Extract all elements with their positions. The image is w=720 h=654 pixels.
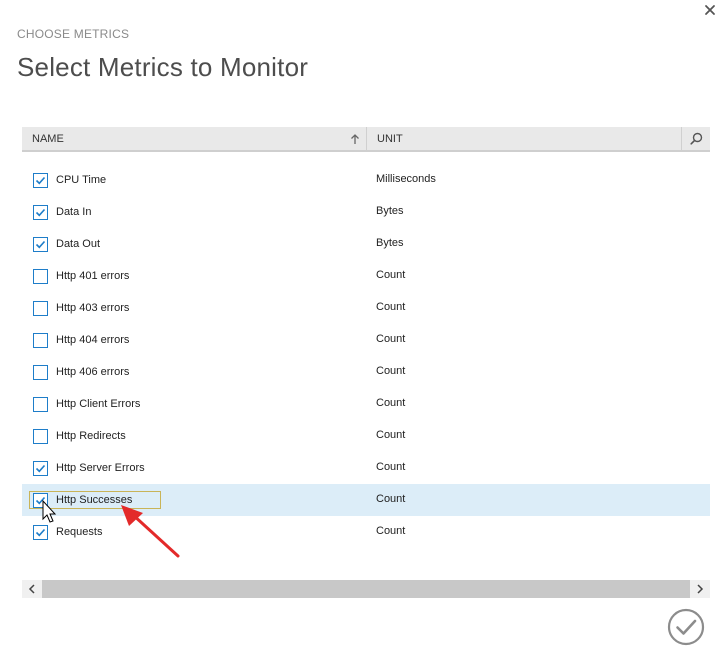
metric-name: Data In [56,206,92,218]
metric-checkbox[interactable] [33,205,48,220]
confirm-check-icon [667,608,705,646]
checkmark-icon [35,464,46,473]
metrics-list: CPU Time Milliseconds Data In Bytes Data Out… [22,164,710,548]
metric-checkbox[interactable] [33,173,48,188]
column-header-name-label: NAME [32,133,64,145]
metric-name: Http Client Errors [56,398,141,410]
metric-unit: Count [376,493,406,505]
metric-checkbox[interactable] [33,397,48,412]
search-icon [690,132,703,145]
horizontal-scrollbar[interactable] [22,580,710,598]
metric-unit: Count [376,397,406,409]
metric-checkbox[interactable] [33,333,48,348]
checkmark-icon [35,208,46,217]
metric-unit: Bytes [376,237,404,249]
metric-unit: Count [376,269,406,281]
metric-row[interactable]: Data Out Bytes [22,228,710,260]
checkmark-icon [35,240,46,249]
column-header-name[interactable]: NAME [22,127,367,150]
metric-name: Http 406 errors [56,366,130,378]
chevron-right-icon [697,584,704,594]
metric-row[interactable]: Data In Bytes [22,196,710,228]
metric-checkbox[interactable] [33,429,48,444]
metric-name: Http 404 errors [56,334,130,346]
metric-checkbox[interactable] [33,525,48,540]
metric-name: Http Redirects [56,430,126,442]
metric-row[interactable]: Http Client Errors Count [22,388,710,420]
confirm-button[interactable] [667,608,705,646]
checkmark-icon [35,176,46,185]
metric-checkbox[interactable] [33,269,48,284]
metric-name: CPU Time [56,174,107,186]
metric-unit: Count [376,525,406,537]
search-button[interactable] [682,127,710,150]
sort-ascending-icon[interactable] [349,133,361,145]
metric-checkbox[interactable] [33,237,48,252]
grid-header: NAME UNIT [22,127,710,152]
metric-row[interactable]: Http 401 errors Count [22,260,710,292]
checkmark-icon [35,528,46,537]
metric-row[interactable]: Http 406 errors Count [22,356,710,388]
dialog-title: Select Metrics to Monitor [17,52,309,82]
metric-checkbox[interactable] [33,301,48,316]
scrollbar-thumb[interactable] [42,580,690,598]
metric-unit: Count [376,301,406,313]
dialog-subtitle: CHOOSE METRICS [17,27,130,41]
metric-name: Http Server Errors [56,462,145,474]
chevron-left-icon [28,584,35,594]
metric-unit: Milliseconds [376,173,436,185]
metric-name: Http 403 errors [56,302,130,314]
metric-name: Requests [56,526,103,538]
metric-row[interactable]: CPU Time Milliseconds [22,164,710,196]
scroll-left-button[interactable] [22,580,42,598]
metric-checkbox[interactable] [33,461,48,476]
close-button[interactable] [704,4,720,20]
annotation-arrow-icon [121,505,180,558]
metric-checkbox[interactable] [33,365,48,380]
metric-unit: Count [376,461,406,473]
metric-unit: Count [376,333,406,345]
scroll-right-button[interactable] [690,580,710,598]
metric-row[interactable]: Http Redirects Count [22,420,710,452]
metric-name: Http 401 errors [56,270,130,282]
column-header-unit-label: UNIT [377,133,403,145]
metric-unit: Count [376,429,406,441]
column-header-unit[interactable]: UNIT [367,127,682,150]
metric-row[interactable]: Http 404 errors Count [22,324,710,356]
close-icon [705,5,715,15]
metric-row[interactable]: Http 403 errors Count [22,292,710,324]
mouse-cursor-icon [42,500,57,523]
metric-name: Data Out [56,238,101,250]
metric-unit: Bytes [376,205,404,217]
metric-row[interactable]: Http Server Errors Count [22,452,710,484]
metric-unit: Count [376,365,406,377]
